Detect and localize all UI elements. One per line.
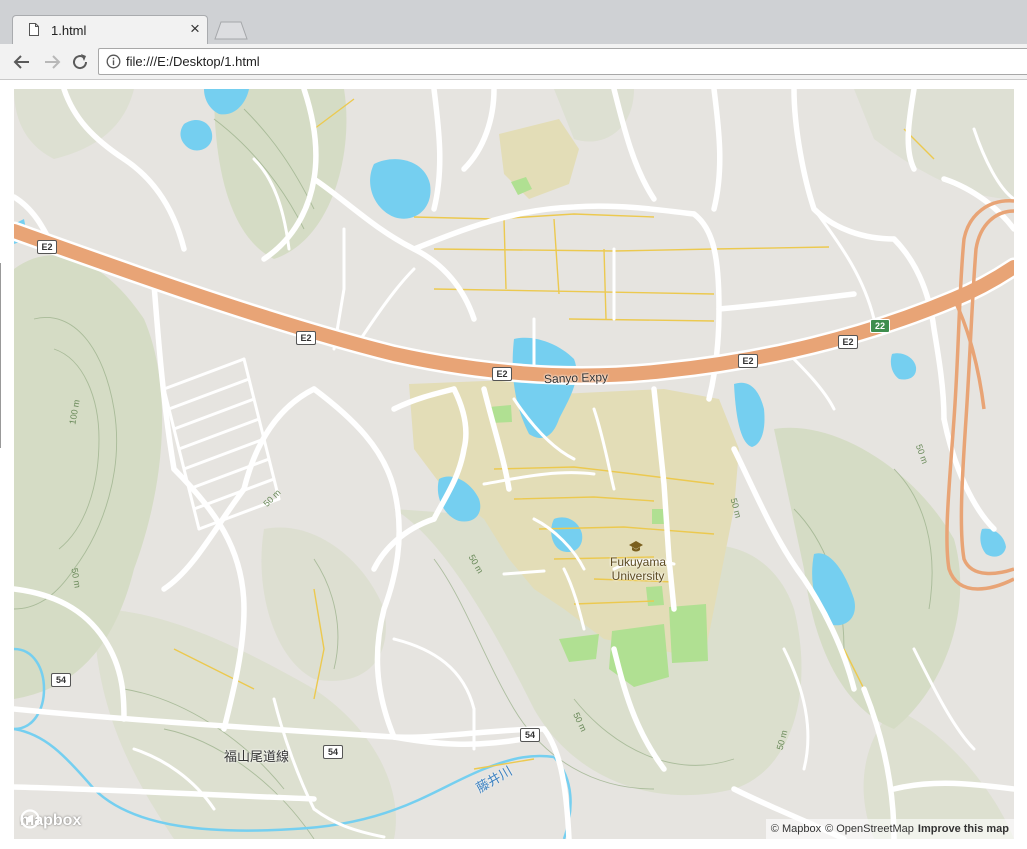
university-label-line2: University bbox=[611, 569, 665, 583]
url-text: file:///E:/Desktop/1.html bbox=[126, 54, 260, 69]
contour-label-50m: 50 m bbox=[466, 552, 486, 576]
contour-label-50m: 50 m bbox=[913, 442, 931, 466]
document-icon bbox=[29, 23, 39, 36]
contour-label-50m: 50 m bbox=[728, 497, 744, 519]
river-label-jp: 藤井川 bbox=[473, 763, 515, 796]
road-label-jp: 福山尾道線 bbox=[224, 749, 290, 764]
map-attribution: © Mapbox © OpenStreetMap Improve this ma… bbox=[765, 819, 1014, 839]
contour-label-50m: 50 m bbox=[774, 729, 790, 751]
route-shield-e2: E2 bbox=[838, 335, 858, 349]
contour-label-100m: 100 m bbox=[67, 398, 82, 426]
background-window-edge bbox=[0, 263, 3, 448]
map-label-layer: E2 E2 E2 E2 E2 22 54 54 54 Sanyo Expy Fu… bbox=[14, 89, 1014, 839]
browser-tab[interactable]: 1.html × bbox=[12, 15, 208, 44]
route-shield-54: 54 bbox=[51, 673, 71, 687]
page-background bbox=[0, 80, 14, 849]
university-icon bbox=[629, 541, 643, 552]
contour-label-50m: 50 m bbox=[571, 710, 589, 734]
map-canvas[interactable]: E2 E2 E2 E2 E2 22 54 54 54 Sanyo Expy Fu… bbox=[14, 89, 1014, 839]
contour-label-50m: 50 m bbox=[69, 567, 83, 589]
mapbox-logo[interactable]: mapbox bbox=[20, 809, 81, 833]
forward-arrow-icon[interactable] bbox=[40, 50, 64, 74]
close-icon[interactable]: × bbox=[185, 19, 205, 39]
route-shield-54: 54 bbox=[323, 745, 343, 759]
route-shield-22: 22 bbox=[870, 319, 890, 333]
tab-title: 1.html bbox=[51, 23, 87, 38]
info-icon[interactable] bbox=[106, 54, 121, 69]
address-bar[interactable]: file:///E:/Desktop/1.html bbox=[98, 48, 1027, 75]
route-shield-e2: E2 bbox=[738, 354, 758, 368]
attribution-mapbox-link[interactable]: © Mapbox bbox=[771, 823, 821, 835]
browser-toolbar: file:///E:/Desktop/1.html bbox=[0, 44, 1027, 80]
reload-icon[interactable] bbox=[68, 50, 92, 74]
highway-label: Sanyo Expy bbox=[543, 369, 609, 387]
attribution-osm-link[interactable]: © OpenStreetMap bbox=[825, 823, 914, 835]
route-shield-e2: E2 bbox=[37, 240, 57, 254]
route-shield-e2: E2 bbox=[296, 331, 316, 345]
contour-label-50m: 50 m bbox=[261, 487, 283, 509]
route-shield-e2: E2 bbox=[492, 367, 512, 381]
mapbox-logo-icon bbox=[20, 809, 40, 829]
back-arrow-icon[interactable] bbox=[10, 50, 34, 74]
browser-titlebar: 1.html × bbox=[0, 0, 1027, 44]
university-label-line1: Fukuyama bbox=[609, 555, 667, 569]
improve-map-link[interactable]: Improve this map bbox=[918, 823, 1009, 835]
new-tab-button[interactable] bbox=[214, 21, 248, 40]
route-shield-54: 54 bbox=[520, 728, 540, 742]
